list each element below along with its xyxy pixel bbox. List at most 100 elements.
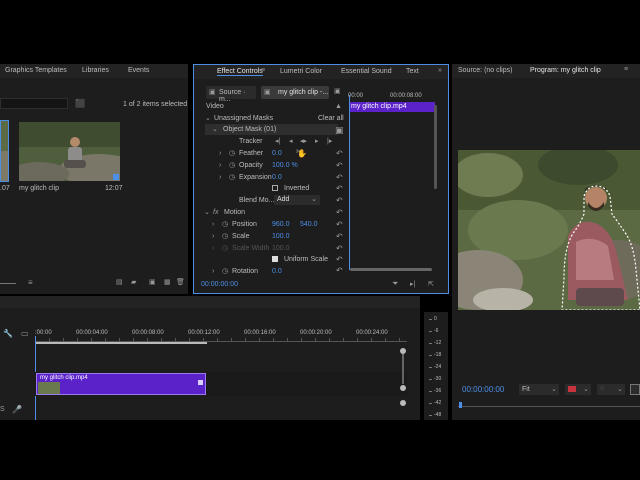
audio-track-mic-icon[interactable]: 🎤 [12, 405, 22, 414]
reset-scale-width-icon[interactable]: ↶ [336, 244, 343, 253]
tab-source-monitor[interactable]: Source: (no clips) [458, 67, 512, 74]
panel-overflow-icon[interactable]: » [438, 67, 442, 74]
export-icon[interactable]: ⇱ [428, 280, 434, 288]
track-forward-icon[interactable]: |▸ [327, 136, 332, 147]
tab-menu-icon[interactable]: ≡ [261, 67, 265, 74]
tab-graphics-templates[interactable]: Graphics Templates [5, 67, 67, 74]
clear-all-button[interactable]: Clear all [318, 113, 344, 124]
feather-chevron[interactable]: › [219, 148, 221, 159]
ruler-label-2: 00:00:08:00 [132, 330, 164, 336]
effect-scrollbar[interactable] [434, 105, 437, 189]
track-forward-frame-icon[interactable]: ▸ [315, 136, 319, 147]
trash-icon[interactable]: 🗑 [176, 278, 185, 286]
automate-icon[interactable]: ▤ [116, 278, 123, 286]
expansion-stopwatch-icon[interactable]: ◷ [229, 172, 235, 183]
clip-thumbnail-partial[interactable] [0, 120, 9, 182]
reset-uniform-scale-icon[interactable]: ↶ [336, 255, 343, 264]
reset-inverted-icon[interactable]: ↶ [336, 184, 343, 193]
track-back-frame-icon[interactable]: ◂ [289, 136, 293, 147]
clip-thumbnail-my-glitch-clip[interactable] [19, 122, 120, 181]
reset-motion-icon[interactable]: ↶ [336, 208, 343, 217]
rotation-stopwatch-icon[interactable]: ◷ [222, 266, 228, 277]
effect-controls-timecode[interactable]: 00:00:00:00 [201, 281, 238, 288]
reset-blend-icon[interactable]: ↶ [336, 196, 343, 205]
program-scrub-bar[interactable] [458, 406, 640, 407]
project-search-input[interactable] [0, 98, 68, 109]
reset-rotation-icon[interactable]: ↶ [336, 266, 343, 275]
mini-timeline-clip[interactable]: my glitch clip.mp4 [349, 102, 435, 112]
video-collapse-icon[interactable]: ▲ [335, 101, 342, 112]
track-backward-icon[interactable]: ◂| [275, 136, 280, 147]
timeline-tabbar [0, 296, 420, 308]
tab-effect-controls[interactable]: Effect Controls [217, 68, 263, 76]
mask-tool-icon[interactable]: ▣ [335, 125, 344, 136]
reset-feather-icon[interactable]: ↶ [336, 149, 343, 158]
scale-value[interactable]: 100.0 [272, 231, 290, 242]
new-bin-icon[interactable]: ⬛ [75, 99, 85, 108]
reset-position-icon[interactable]: ↶ [336, 220, 343, 229]
sort-icon[interactable]: ≡ [28, 278, 33, 287]
position-y-value[interactable]: 540.0 [300, 219, 318, 230]
timeline-vscroll-bottom[interactable] [400, 385, 406, 391]
tab-libraries[interactable]: Libraries [82, 67, 109, 74]
feather-stopwatch-icon[interactable]: ◷ [229, 148, 235, 159]
timeline-vscroll-bar[interactable] [402, 354, 404, 384]
program-video-frame[interactable] [458, 150, 640, 310]
fx-icon[interactable]: fx [213, 207, 218, 218]
object-mask-chevron[interactable]: ⌄ [212, 124, 218, 135]
scale-chevron[interactable]: › [212, 231, 214, 242]
program-menu-icon[interactable]: ≡ [624, 66, 628, 73]
play-audio-icon[interactable]: ▸| [410, 280, 415, 288]
reset-opacity-icon[interactable]: ↶ [336, 161, 343, 170]
reset-scale-icon[interactable]: ↶ [336, 232, 343, 241]
toggle-timeline-view-icon[interactable]: ▣ [334, 87, 341, 95]
track-both-icon[interactable]: ◂▸ [300, 136, 307, 147]
source-selector[interactable]: ▣ Source · m... [206, 86, 256, 103]
find-icon[interactable]: ▰ [131, 278, 136, 286]
rotation-value[interactable]: 0.0 [272, 266, 282, 277]
opacity-chevron[interactable]: › [219, 160, 221, 171]
audio-track-mute-icon[interactable]: S [0, 406, 5, 413]
uniform-scale-checkbox[interactable] [272, 256, 278, 262]
quality-select[interactable]: ⌄ [565, 384, 591, 395]
opacity-stopwatch-icon[interactable]: ◷ [229, 160, 235, 171]
tab-essential-sound[interactable]: Essential Sound [341, 68, 392, 75]
zoom-slider[interactable] [0, 283, 16, 284]
rotation-chevron[interactable]: › [212, 266, 214, 277]
expansion-chevron[interactable]: › [219, 172, 221, 183]
program-playhead-marker[interactable] [459, 402, 462, 408]
tab-lumetri-color[interactable]: Lumetri Color [280, 68, 322, 75]
new-item-icon[interactable]: ▦ [164, 278, 171, 286]
filter-icon[interactable]: ⏷ [392, 279, 398, 289]
opacity-value[interactable]: 100.0 % [272, 160, 298, 171]
scale-stopwatch-icon[interactable]: ◷ [222, 231, 228, 242]
new-bin-bottom-icon[interactable]: ▣ [149, 278, 156, 286]
timeline-clip[interactable]: my glitch clip.mp4 [36, 373, 206, 395]
tab-events[interactable]: Events [128, 67, 149, 74]
opacity-label: Opacity [239, 162, 263, 169]
feather-value[interactable]: 0.0 [272, 148, 282, 159]
blend-mode-select[interactable]: Add ⌄ [274, 195, 320, 205]
comment-select[interactable]: ◌ ⌄ [597, 384, 625, 395]
fit-select[interactable]: Fit ⌄ [519, 384, 559, 395]
ruler-label-5: 00:00:20:00 [300, 330, 332, 336]
position-x-value[interactable]: 960.0 [272, 219, 290, 230]
motion-chevron[interactable]: ⌄ [204, 207, 210, 218]
mini-timeline-playhead[interactable] [349, 95, 350, 270]
mini-timeline-scrollbar[interactable] [350, 268, 432, 271]
markers-icon[interactable]: ▭ [21, 329, 29, 338]
work-area-bar[interactable] [35, 342, 207, 344]
expansion-value[interactable]: 0.0 [272, 172, 282, 183]
inverted-checkbox[interactable] [272, 185, 278, 191]
reset-expansion-icon[interactable]: ↶ [336, 173, 343, 182]
settings-button[interactable] [630, 384, 640, 395]
position-chevron[interactable]: › [212, 219, 214, 230]
clip-selector[interactable]: ▣ my glitch clip -... [261, 86, 329, 99]
tab-text[interactable]: Text [406, 68, 419, 75]
tab-program-monitor[interactable]: Program: my glitch clip [530, 67, 601, 74]
audio-vscroll-top[interactable] [400, 400, 406, 406]
unassigned-masks-chevron[interactable]: ⌄ [205, 113, 211, 124]
wrench-icon[interactable]: 🔧 [3, 329, 13, 338]
position-stopwatch-icon[interactable]: ◷ [222, 219, 228, 230]
program-timecode[interactable]: 00:00:00:00 [462, 385, 504, 394]
